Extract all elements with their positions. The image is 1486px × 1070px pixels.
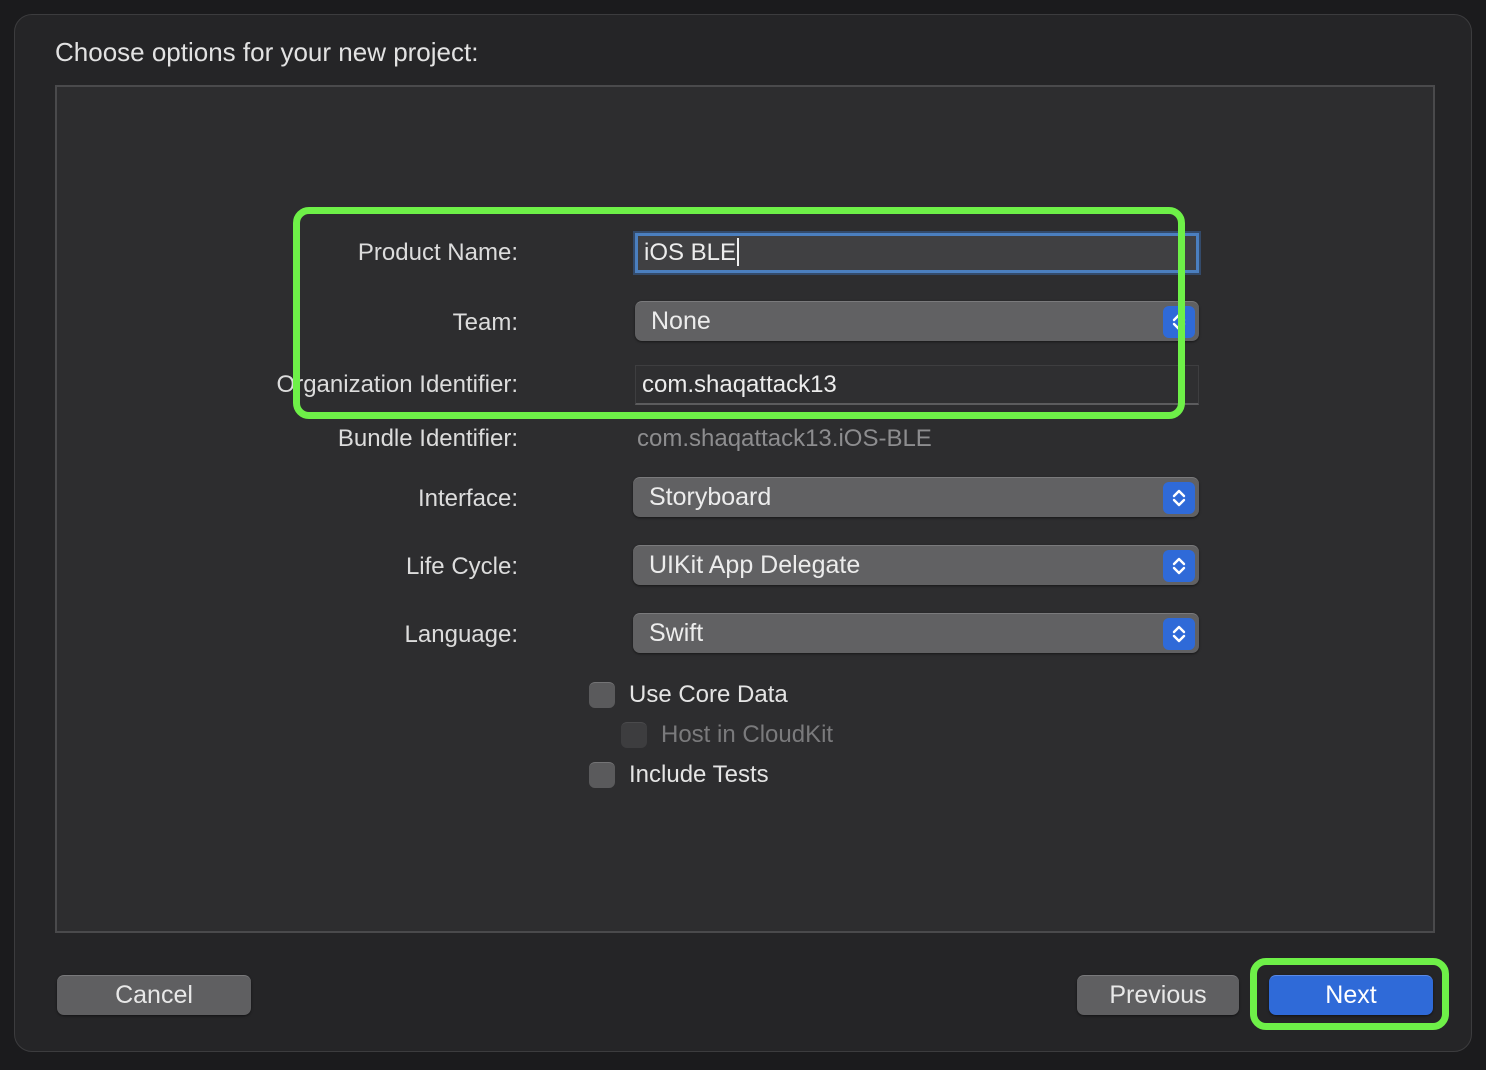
team-label: Team: <box>452 309 518 336</box>
include-tests-label: Include Tests <box>629 761 769 788</box>
language-popup-value: Swift <box>649 619 704 647</box>
host-in-cloudkit-row: Host in CloudKit <box>621 721 833 749</box>
interface-popup[interactable]: Storyboard <box>633 477 1199 517</box>
use-core-data-label: Use Core Data <box>629 681 788 708</box>
host-in-cloudkit-checkbox <box>621 722 647 748</box>
language-label: Language: <box>404 621 518 648</box>
new-project-sheet: Choose options for your new project: Pro… <box>14 14 1472 1052</box>
organization-identifier-label: Organization Identifier: <box>276 371 518 398</box>
include-tests-row[interactable]: Include Tests <box>589 761 769 789</box>
product-name-value: iOS BLE <box>644 239 737 266</box>
product-name-field[interactable]: iOS BLE <box>635 233 1199 273</box>
team-popup[interactable]: None <box>635 301 1199 341</box>
text-caret <box>737 237 740 266</box>
bundle-identifier-label: Bundle Identifier: <box>337 425 518 452</box>
use-core-data-checkbox[interactable] <box>589 682 615 708</box>
life-cycle-label: Life Cycle: <box>405 553 518 580</box>
bundle-identifier-value: com.shaqattack13.iOS-BLE <box>637 425 932 452</box>
interface-label: Interface: <box>417 485 518 512</box>
previous-button[interactable]: Previous <box>1077 975 1239 1015</box>
team-popup-value: None <box>651 307 711 335</box>
options-panel: Product Name: iOS BLE Team: None Organiz… <box>55 85 1435 933</box>
interface-popup-value: Storyboard <box>649 483 772 511</box>
chevron-up-down-icon <box>1163 482 1195 514</box>
sheet-title: Choose options for your new project: <box>55 37 479 67</box>
organization-identifier-field[interactable]: com.shaqattack13 <box>635 365 1199 405</box>
chevron-up-down-icon <box>1163 550 1195 582</box>
chevron-up-down-icon <box>1163 306 1195 338</box>
include-tests-checkbox[interactable] <box>589 762 615 788</box>
cancel-button[interactable]: Cancel <box>57 975 251 1015</box>
product-name-label: Product Name: <box>357 239 518 266</box>
chevron-up-down-icon <box>1163 618 1195 650</box>
organization-identifier-value: com.shaqattack13 <box>642 371 837 398</box>
use-core-data-row[interactable]: Use Core Data <box>589 681 788 709</box>
language-popup[interactable]: Swift <box>633 613 1199 653</box>
life-cycle-popup-value: UIKit App Delegate <box>649 551 861 579</box>
host-in-cloudkit-label: Host in CloudKit <box>661 721 834 748</box>
life-cycle-popup[interactable]: UIKit App Delegate <box>633 545 1199 585</box>
next-button[interactable]: Next <box>1269 975 1433 1015</box>
